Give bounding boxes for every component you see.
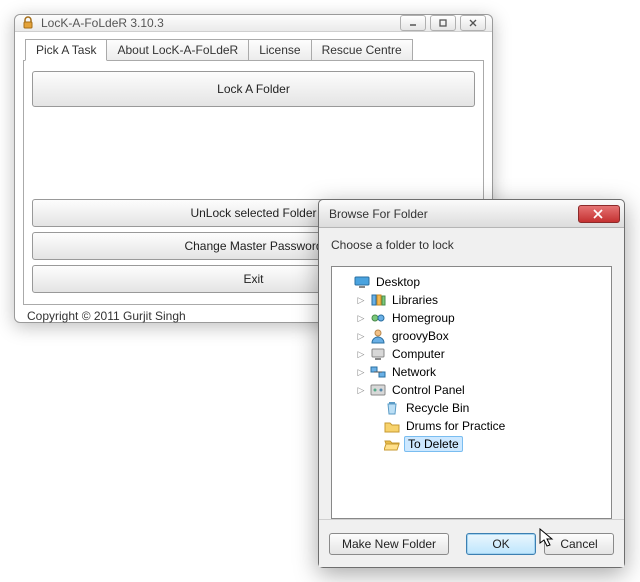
tree-node-control-panel[interactable]: ▷ Control Panel [336,381,607,399]
expander-icon[interactable]: ▷ [356,331,366,342]
tree-node-desktop[interactable]: Desktop [336,273,607,291]
folder-open-icon [384,436,400,452]
libraries-icon [370,292,386,308]
tree-node-label: To Delete [404,436,463,452]
make-new-folder-button[interactable]: Make New Folder [329,533,449,555]
tree-node-network[interactable]: ▷ Network [336,363,607,381]
tree-node-recycle-bin[interactable]: Recycle Bin [336,399,607,417]
recycle-icon [384,400,400,416]
tree-node-label: Drums for Practice [404,419,507,433]
window-title: LocK-A-FoLdeR 3.10.3 [41,16,164,30]
homegroup-icon [370,310,386,326]
tab-pick-a-task[interactable]: Pick A Task [25,39,107,61]
tree-node-label: Homegroup [390,311,457,325]
tree-node-drums-for-practice[interactable]: Drums for Practice [336,417,607,435]
tree-node-label: Desktop [374,275,422,289]
tree-node-label: groovyBox [390,329,451,343]
controlpanel-icon [370,382,386,398]
cancel-button[interactable]: Cancel [544,533,614,555]
user-icon [370,328,386,344]
expander-icon[interactable]: ▷ [356,313,366,324]
tab-rescue[interactable]: Rescue Centre [311,39,413,61]
tree-node-computer[interactable]: ▷ Computer [336,345,607,363]
tree-node-groovybox[interactable]: ▷ groovyBox [336,327,607,345]
folder-tree[interactable]: Desktop ▷ Libraries ▷ Homegroup ▷ groovyBox ▷ Co… [331,266,612,519]
computer-icon [370,346,386,362]
tab-about[interactable]: About LocK-A-FoLdeR [106,39,249,61]
main-titlebar[interactable]: LocK-A-FoLdeR 3.10.3 [15,15,492,32]
minimize-button[interactable] [400,15,426,31]
tree-node-label: Network [390,365,438,379]
tree-node-label: Control Panel [390,383,467,397]
close-button[interactable] [460,15,486,31]
tree-node-label: Computer [390,347,447,361]
lock-icon [21,16,35,30]
network-icon [370,364,386,380]
lock-folder-button[interactable]: Lock A Folder [32,71,475,107]
tree-node-to-delete[interactable]: To Delete [336,435,607,453]
tree-node-label: Recycle Bin [404,401,471,415]
tree-node-homegroup[interactable]: ▷ Homegroup [336,309,607,327]
dialog-footer: Make New Folder OK Cancel [319,519,624,567]
tabstrip: Pick A Task About LocK-A-FoLdeR License … [23,38,484,60]
dialog-title: Browse For Folder [329,207,428,221]
maximize-button[interactable] [430,15,456,31]
tree-node-label: Libraries [390,293,440,307]
desktop-icon [354,274,370,290]
ok-button[interactable]: OK [466,533,536,555]
tree-node-libraries[interactable]: ▷ Libraries [336,291,607,309]
expander-icon[interactable]: ▷ [356,295,366,306]
expander-icon[interactable]: ▷ [356,385,366,396]
folder-icon [384,418,400,434]
expander-icon[interactable]: ▷ [356,367,366,378]
browse-folder-dialog: Browse For Folder Choose a folder to loc… [318,199,625,568]
expander-icon[interactable]: ▷ [356,349,366,360]
tab-license[interactable]: License [248,39,311,61]
dialog-close-button[interactable] [578,205,620,223]
dialog-instruction: Choose a folder to lock [331,238,612,252]
dialog-titlebar[interactable]: Browse For Folder [319,200,624,228]
